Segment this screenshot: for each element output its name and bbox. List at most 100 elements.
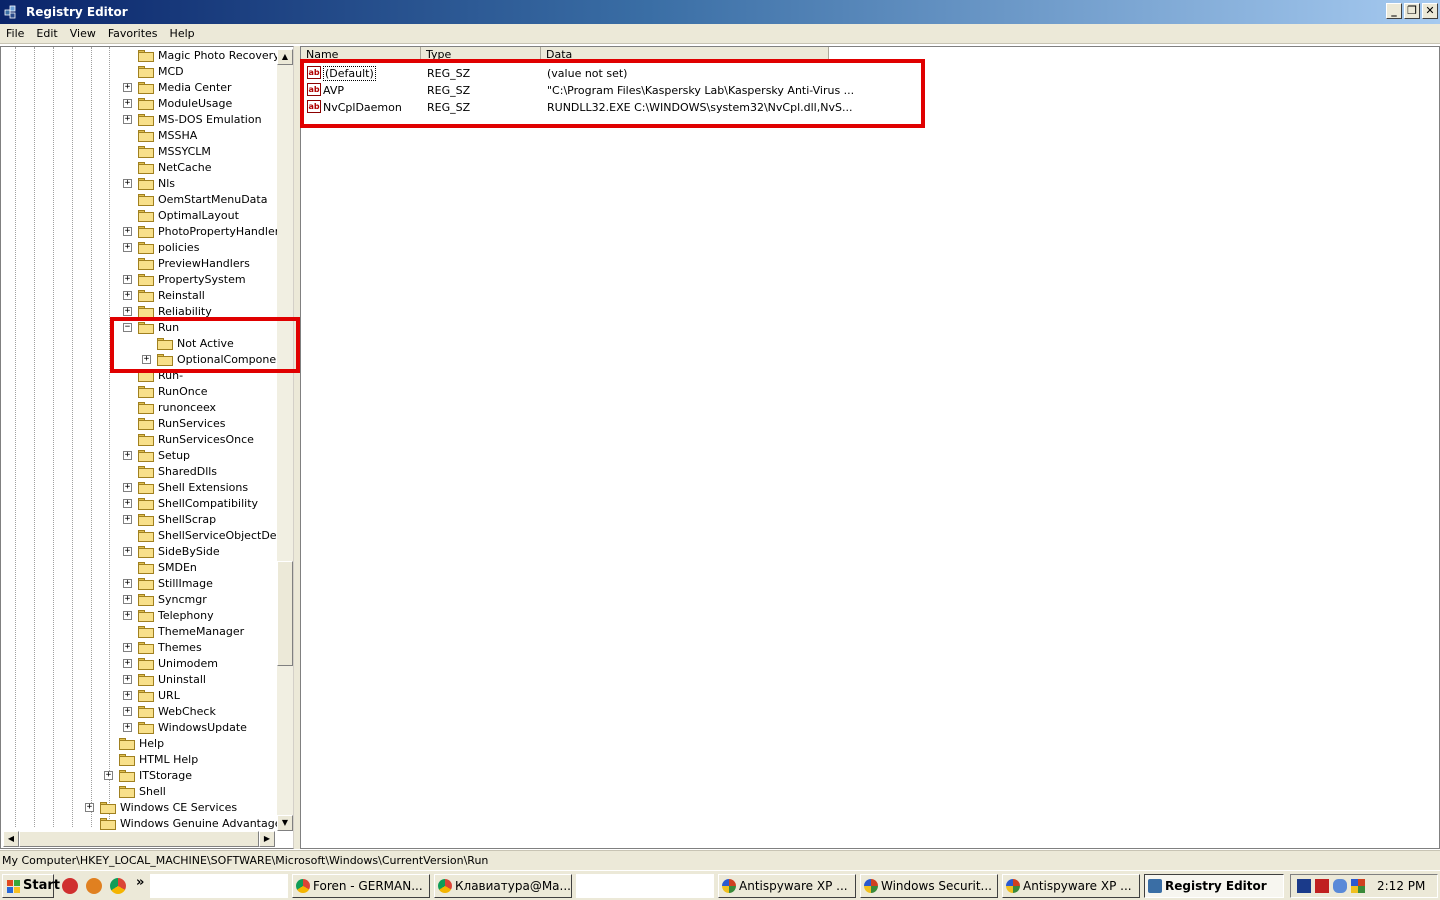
tree-item[interactable]: + URL [1,688,277,704]
tree-item[interactable]: RunServicesOnce [1,432,277,448]
title-bar[interactable]: Registry Editor _ ❐ ✕ [0,0,1440,24]
expand-icon[interactable]: + [123,179,132,188]
expand-icon[interactable]: + [123,307,132,316]
menu-file[interactable]: File [0,27,30,40]
value-row[interactable]: ab NvCplDaemon REG_SZ RUNDLL32.EXE C:\WI… [301,99,1201,116]
scroll-thumb[interactable] [277,561,293,666]
tree-vertical-scrollbar[interactable]: ▲ ▼ [277,49,293,831]
expand-icon[interactable]: + [123,99,132,108]
tree-item[interactable]: runonceex [1,400,277,416]
tree-item[interactable]: RunServices [1,416,277,432]
column-header-type[interactable]: Type [421,47,541,63]
task-button[interactable]: Antispyware XP ... [1002,874,1140,898]
expand-icon[interactable]: + [123,643,132,652]
tree-item[interactable]: PreviewHandlers [1,256,277,272]
menu-edit[interactable]: Edit [30,27,63,40]
chat-tray-icon[interactable] [1333,879,1347,893]
ffu-tray-icon[interactable] [1315,879,1329,893]
tree-item[interactable]: + Windows CE Services [1,800,277,816]
tree-item[interactable]: + WebCheck [1,704,277,720]
tree-item[interactable]: NetCache [1,160,277,176]
expand-icon[interactable]: + [123,227,132,236]
expand-icon[interactable]: + [85,803,94,812]
aim-icon[interactable] [62,878,78,894]
scroll-down-button[interactable]: ▼ [277,815,293,831]
task-button-active[interactable]: Registry Editor [1144,874,1284,898]
restore-button[interactable]: ❐ [1404,3,1420,19]
expand-icon[interactable]: + [123,675,132,684]
tree-item[interactable]: + Setup [1,448,277,464]
tree-item[interactable]: + Uninstall [1,672,277,688]
expand-icon[interactable]: + [123,243,132,252]
column-header-data[interactable]: Data [541,47,829,63]
expand-icon[interactable]: + [123,707,132,716]
tree-item[interactable]: + WindowsUpdate [1,720,277,736]
clock[interactable]: 2:12 PM [1377,875,1425,897]
expand-icon[interactable]: + [123,659,132,668]
expand-icon[interactable]: + [123,499,132,508]
minimize-button[interactable]: _ [1386,3,1402,19]
ebay-icon[interactable] [86,878,102,894]
expand-icon[interactable]: + [142,355,151,364]
close-button[interactable]: ✕ [1422,3,1438,19]
expand-icon[interactable]: + [123,115,132,124]
task-button[interactable]: Antispyware XP ... [718,874,856,898]
tree-item[interactable]: MCD [1,64,277,80]
tree-item[interactable]: + ShellCompatibility [1,496,277,512]
expand-icon[interactable]: + [123,451,132,460]
tree-item[interactable]: + Shell Extensions [1,480,277,496]
ff-tray-icon[interactable] [1297,879,1311,893]
expand-icon[interactable]: + [123,723,132,732]
menu-favorites[interactable]: Favorites [102,27,164,40]
expand-icon[interactable]: + [123,579,132,588]
tree-item[interactable]: ThemeManager [1,624,277,640]
expand-icon[interactable]: + [104,771,113,780]
tree-item[interactable]: + OptionalComponents [1,352,293,368]
tree-item[interactable]: + Media Center [1,80,277,96]
tree-item[interactable]: Run- [1,368,277,384]
tree-item[interactable]: + Nls [1,176,277,192]
expand-icon[interactable]: + [123,691,132,700]
registry-tree[interactable]: Magic Photo Recovery MCD + Media Center + Mod… [0,46,294,849]
value-row[interactable]: ab AVP REG_SZ "C:\Program Files\Kaspersk… [301,82,1201,99]
tree-item[interactable]: SMDEn [1,560,277,576]
tree-item[interactable]: SharedDlls [1,464,277,480]
scroll-left-button[interactable]: ◀ [3,831,19,847]
collapse-icon[interactable]: − [123,323,132,332]
tree-item[interactable]: + ITStorage [1,768,277,784]
tree-item[interactable]: + Themes [1,640,277,656]
task-button[interactable]: Windows Securit... [860,874,998,898]
tree-item[interactable]: + policies [1,240,277,256]
tree-item[interactable]: + MS-DOS Emulation [1,112,277,128]
tree-item[interactable]: Windows Genuine Advantage [1,816,281,832]
expand-icon[interactable]: + [123,547,132,556]
tree-item[interactable]: + Reliability [1,304,277,320]
expand-icon[interactable]: + [123,595,132,604]
tree-item[interactable]: + Reinstall [1,288,277,304]
scroll-up-button[interactable]: ▲ [277,49,293,65]
task-button[interactable]: Клавиатура@Ма... [434,874,572,898]
tree-item[interactable]: + PropertySystem [1,272,277,288]
task-button[interactable]: Foren - GERMAN... [292,874,430,898]
tree-item[interactable]: MSSYCLM [1,144,277,160]
tree-item[interactable]: + Unimodem [1,656,277,672]
tree-item[interactable]: ShellServiceObjectDelayl [1,528,293,544]
expand-icon[interactable]: + [123,515,132,524]
tree-item[interactable]: Not Active [1,336,277,352]
tree-item[interactable]: Help [1,736,277,752]
expand-icon[interactable]: + [123,83,132,92]
expand-icon[interactable]: + [123,291,132,300]
expand-icon[interactable]: + [123,483,132,492]
tree-item[interactable]: + ModuleUsage [1,96,277,112]
tree-horizontal-scrollbar[interactable]: ◀ ▶ [3,831,275,847]
chrome-icon[interactable] [110,878,126,894]
tree-item[interactable]: OptimalLayout [1,208,277,224]
tree-item[interactable]: OemStartMenuData [1,192,277,208]
scroll-right-button[interactable]: ▶ [259,831,275,847]
tree-item[interactable]: + Syncmgr [1,592,277,608]
menu-help[interactable]: Help [164,27,201,40]
tree-item[interactable]: Shell [1,784,277,800]
tree-item[interactable]: − Run [1,320,277,336]
quicklaunch-more-button[interactable]: » [136,875,144,890]
value-row[interactable]: ab (Default) REG_SZ (value not set) [301,65,1201,82]
